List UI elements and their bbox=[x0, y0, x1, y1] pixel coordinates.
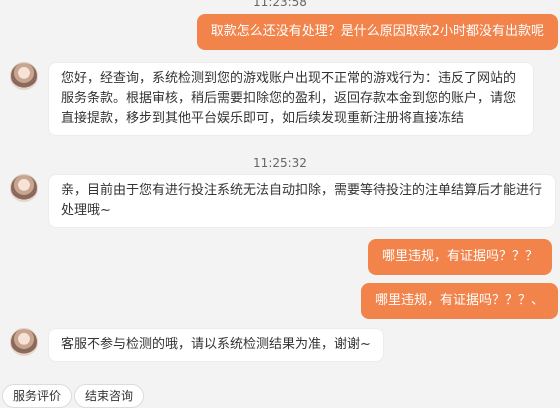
message-text: 客服不参与检测的哦，请以系统检测结果为准，谢谢~ bbox=[61, 337, 371, 352]
agent-avatar bbox=[10, 62, 38, 90]
message-text: 哪里违规，有证据吗？？？ bbox=[381, 249, 538, 264]
rate-service-button[interactable]: 服务评价 bbox=[2, 384, 73, 408]
message-text: 亲，目前由于您有进行投注系统无法自动扣除，需要等待投注的注单结算后才能进行处理哦… bbox=[61, 183, 543, 218]
message-timestamp: 11:23:58 bbox=[253, 0, 307, 9]
agent-message-bubble: 亲，目前由于您有进行投注系统无法自动扣除，需要等待投注的注单结算后才能进行处理哦… bbox=[48, 174, 556, 228]
quick-action-bar: 服务评价 结束咨询 bbox=[0, 380, 560, 408]
agent-avatar bbox=[10, 174, 38, 202]
message-text: 哪里违规，有证据吗？？？、 bbox=[374, 293, 544, 308]
chat-message-list[interactable]: 11:23:58 取款怎么还没有处理？是什么原因取款2小时都没有出款呢 您好，经… bbox=[0, 0, 560, 380]
agent-message-bubble: 客服不参与检测的哦，请以系统检测结果为准，谢谢~ bbox=[48, 328, 384, 362]
agent-message-bubble: 您好，经查询，系统检测到您的游戏账户出现不正常的游戏行为：违反了网站的服务条款。… bbox=[48, 62, 534, 136]
user-message-bubble: 哪里违规，有证据吗？？？、 bbox=[360, 283, 558, 319]
message-text: 您好，经查询，系统检测到您的游戏账户出现不正常的游戏行为：违反了网站的服务条款。… bbox=[61, 71, 517, 126]
message-text: 取款怎么还没有处理？是什么原因取款2小时都没有出款呢 bbox=[210, 24, 544, 39]
message-timestamp: 11:25:32 bbox=[253, 156, 307, 170]
user-message-bubble: 哪里违规，有证据吗？？？ bbox=[367, 239, 552, 275]
end-chat-button[interactable]: 结束咨询 bbox=[74, 384, 145, 408]
user-message-bubble: 取款怎么还没有处理？是什么原因取款2小时都没有出款呢 bbox=[196, 14, 558, 50]
agent-avatar bbox=[10, 328, 38, 356]
